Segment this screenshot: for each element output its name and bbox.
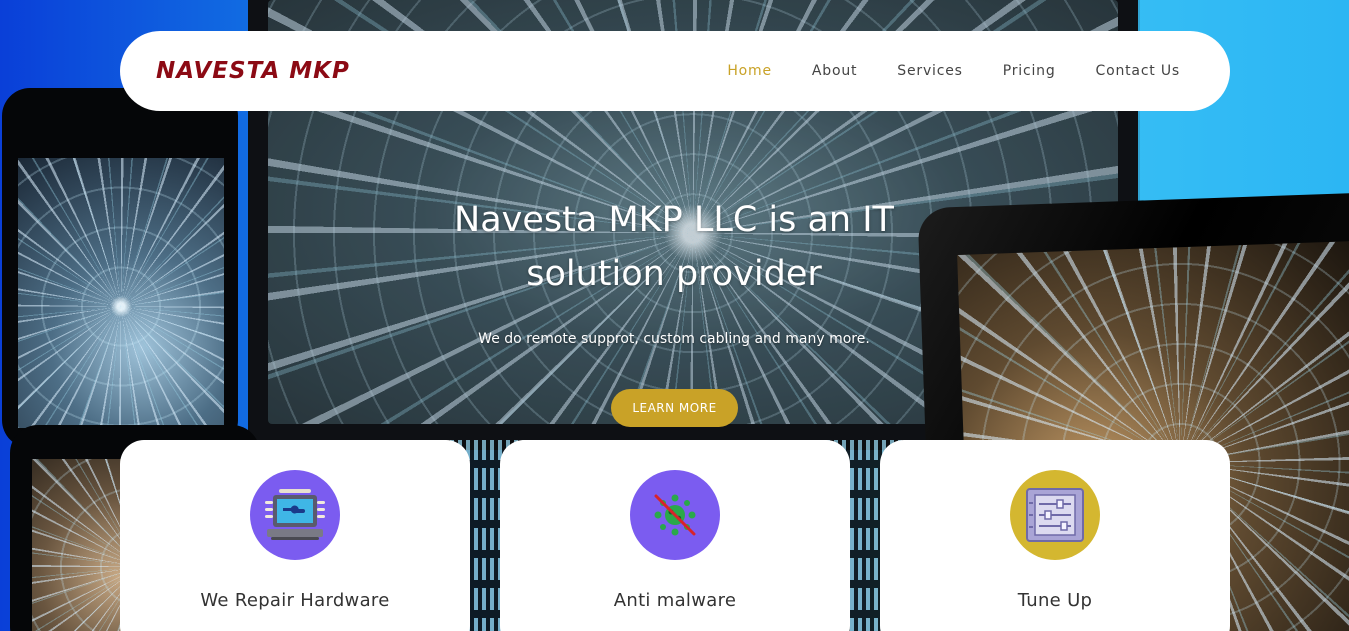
service-card-hardware: We Repair Hardware [120, 440, 470, 631]
nav-item-pricing[interactable]: Pricing [983, 63, 1076, 79]
sliders-panel-icon [1010, 470, 1100, 560]
nav-item-services[interactable]: Services [877, 63, 982, 79]
navbar: NAVESTA MKP Home About Services Pricing … [120, 31, 1230, 111]
service-title: We Repair Hardware [200, 590, 390, 611]
service-card-tune-up: Tune Up [880, 440, 1230, 631]
nav-item-contact-us[interactable]: Contact Us [1076, 63, 1200, 79]
nav-item-home[interactable]: Home [707, 63, 792, 79]
service-title: Tune Up [1017, 590, 1093, 611]
brand-logo[interactable]: NAVESTA MKP [156, 58, 350, 84]
laptop-repair-icon [250, 470, 340, 560]
nav-links: Home About Services Pricing Contact Us [707, 63, 1200, 79]
background-phone-image [2, 88, 238, 448]
service-title: Anti malware [613, 590, 737, 611]
service-card-anti-malware: Anti malware [500, 440, 850, 631]
virus-blocked-icon [630, 470, 720, 560]
hero-section: NAVESTA MKP Home About Services Pricing … [0, 0, 1349, 631]
learn-more-button[interactable]: LEARN MORE [611, 389, 738, 427]
hero-subtitle: We do remote supprot, custom cabling and… [478, 331, 870, 347]
hero-title: Navesta MKP LLC is an IT solution provid… [454, 200, 894, 294]
nav-item-about[interactable]: About [792, 63, 877, 79]
